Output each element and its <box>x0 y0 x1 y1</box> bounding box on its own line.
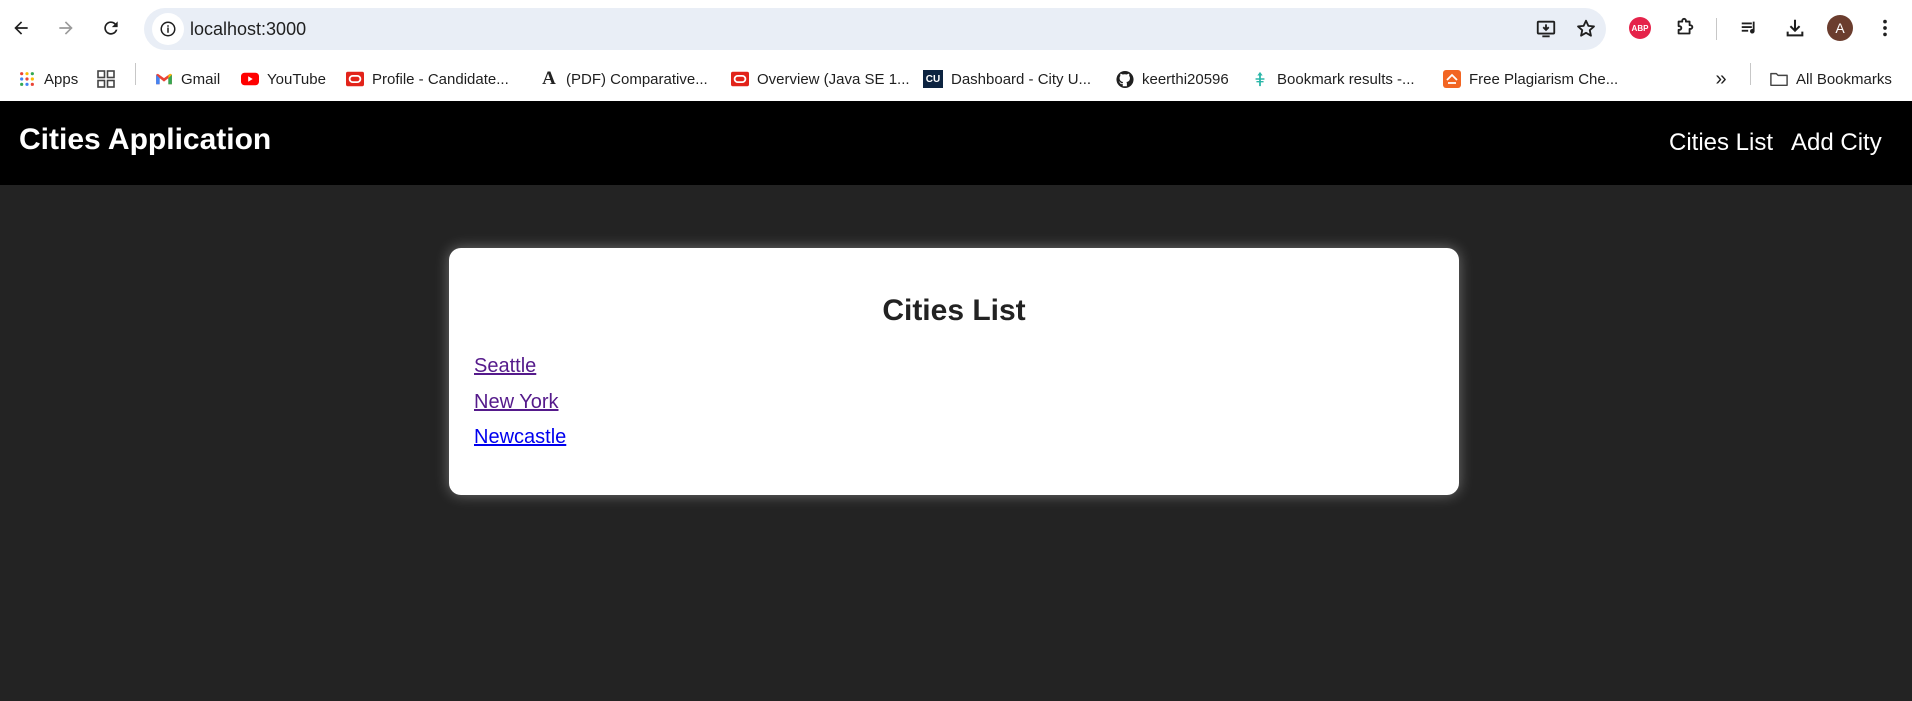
oracle-icon <box>731 70 749 88</box>
back-button[interactable] <box>5 12 37 44</box>
bookmark-label: Dashboard - City U... <box>951 70 1092 88</box>
gmail-icon <box>155 70 173 88</box>
folder-icon <box>1770 70 1788 88</box>
bookmark-youtube[interactable]: YouTube <box>241 66 326 92</box>
downloads-button[interactable] <box>1782 15 1808 41</box>
browser-toolbar: localhost:3000 ABP A <box>0 0 1912 57</box>
plagiarism-icon <box>1443 70 1461 88</box>
arrow-left-icon <box>14 21 28 35</box>
city-link-newcastle[interactable]: Newcastle <box>474 426 566 449</box>
bookmark-label: YouTube <box>267 70 326 88</box>
browser-menu-button[interactable] <box>1872 15 1898 41</box>
bookmark-label: Apps <box>44 70 79 88</box>
reload-button[interactable] <box>95 12 127 44</box>
bookmark-label: Gmail <box>181 70 221 88</box>
extensions-button[interactable] <box>1672 15 1698 41</box>
bookmark-label: (PDF) Comparative... <box>566 70 708 88</box>
bookmark-results-icon <box>1251 70 1269 88</box>
url-text[interactable]: localhost:3000 <box>190 19 306 40</box>
bookmark-gmail[interactable]: Gmail <box>155 66 220 92</box>
browser-chrome: localhost:3000 ABP A Apps Gmail YouTube … <box>0 0 1912 101</box>
bookmark-divider <box>1750 63 1751 85</box>
profile-button[interactable]: A <box>1827 15 1853 41</box>
bookmark-tab-groups[interactable] <box>97 66 115 92</box>
bookmark-dashboard-city[interactable]: CU Dashboard - City U... <box>923 66 1091 92</box>
bookmark-label: Overview (Java SE 1... <box>757 70 910 88</box>
nav-link-cities-list[interactable]: Cities List <box>1669 129 1773 157</box>
app-navbar: Cities Application Cities List Add City <box>0 101 1912 185</box>
city-link-new-york[interactable]: New York <box>474 391 559 414</box>
nav-link-add-city[interactable]: Add City <box>1791 129 1882 157</box>
github-icon <box>1116 70 1134 88</box>
forward-button[interactable] <box>50 12 82 44</box>
tab-groups-icon <box>97 70 115 88</box>
youtube-icon <box>241 70 259 88</box>
address-bar[interactable]: localhost:3000 <box>144 8 1606 50</box>
bookmark-label: Free Plagiarism Che... <box>1469 70 1619 88</box>
toolbar-divider <box>1716 18 1717 40</box>
apps-grid-icon <box>18 70 36 88</box>
puzzle-icon <box>1677 17 1694 35</box>
avatar: A <box>1827 15 1853 41</box>
all-bookmarks-button[interactable]: All Bookmarks <box>1770 66 1892 92</box>
install-icon <box>1536 20 1556 38</box>
download-icon <box>1786 19 1804 37</box>
bookmark-profile-candidate[interactable]: Profile - Candidate... <box>346 66 509 92</box>
app-title: Cities Application <box>19 123 272 156</box>
star-icon <box>1577 19 1595 37</box>
bookmarks-bar: Apps Gmail YouTube Profile - Candidate..… <box>0 57 1912 101</box>
bookmarks-overflow-button[interactable]: » <box>1712 66 1730 92</box>
bookmark-plagiarism[interactable]: Free Plagiarism Che... <box>1443 66 1618 92</box>
bookmark-apps[interactable]: Apps <box>18 66 78 92</box>
site-info-button[interactable] <box>152 13 184 45</box>
bookmark-divider <box>135 63 136 85</box>
bookmark-java-overview[interactable]: Overview (Java SE 1... <box>731 66 910 92</box>
adblock-plus-icon: ABP <box>1629 17 1651 39</box>
bookmark-github[interactable]: keerthi20596 <box>1116 66 1229 92</box>
kebab-menu-icon <box>1883 19 1887 37</box>
page-title: Cities List <box>882 294 1026 327</box>
cities-card: Cities List Seattle New York Newcastle <box>449 248 1459 495</box>
adblock-plus-button[interactable]: ABP <box>1627 15 1653 41</box>
reload-icon <box>104 21 118 35</box>
city-link-seattle[interactable]: Seattle <box>474 355 536 378</box>
install-app-button[interactable] <box>1534 17 1558 41</box>
bookmark-label: keerthi20596 <box>1142 70 1229 88</box>
bookmark-results[interactable]: Bookmark results -... <box>1251 66 1415 92</box>
cu-icon: CU <box>923 70 943 88</box>
bookmark-star-button[interactable] <box>1574 17 1598 41</box>
oracle-icon <box>346 70 364 88</box>
arrow-right-icon <box>59 21 73 35</box>
bookmark-pdf-comparative[interactable]: A (PDF) Comparative... <box>540 66 708 92</box>
all-bookmarks-label: All Bookmarks <box>1796 70 1892 88</box>
bookmark-label: Profile - Candidate... <box>372 70 509 88</box>
bookmark-label: Bookmark results -... <box>1277 70 1415 88</box>
info-icon <box>160 21 176 37</box>
media-controls-button[interactable] <box>1737 15 1763 41</box>
media-queue-icon <box>1741 21 1755 34</box>
chevron-double-right-icon: » <box>1715 67 1727 90</box>
academia-icon: A <box>542 68 556 89</box>
